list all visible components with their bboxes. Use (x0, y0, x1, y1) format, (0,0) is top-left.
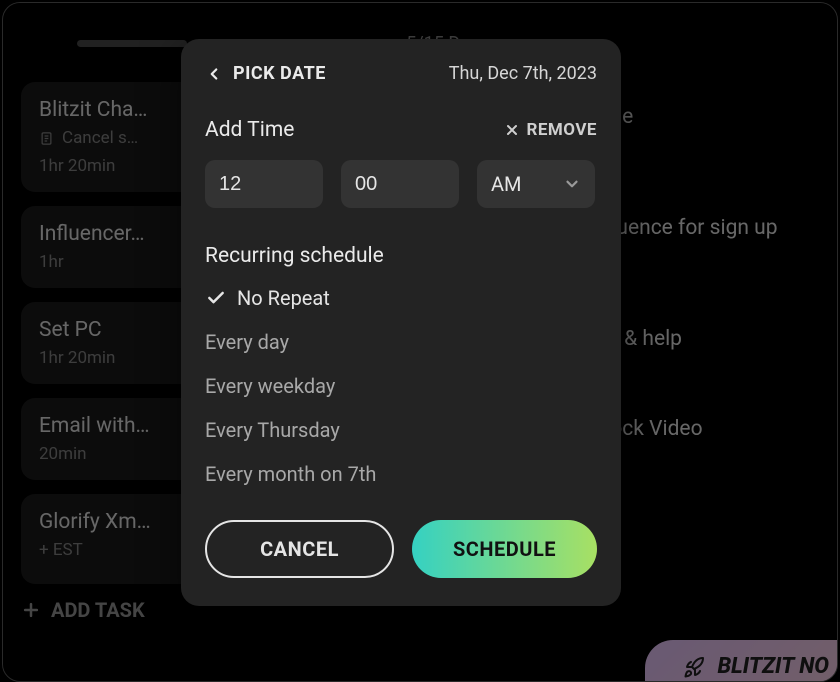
close-icon (504, 122, 520, 138)
recurring-option[interactable]: Every month on 7th (205, 462, 597, 486)
recurring-option[interactable]: No Repeat (205, 286, 597, 310)
recurring-option-label: No Repeat (237, 286, 330, 310)
recurring-option-label: Every day (205, 330, 289, 354)
cancel-label: CANCEL (260, 537, 339, 561)
remove-label: REMOVE (526, 120, 597, 140)
chevron-left-icon (205, 65, 223, 83)
add-time-label: Add Time (205, 118, 294, 142)
cancel-button[interactable]: CANCEL (205, 520, 394, 578)
chevron-down-icon (563, 175, 581, 193)
schedule-modal: PICK DATE Thu, Dec 7th, 2023 Add Time RE… (181, 39, 621, 606)
ampm-select[interactable]: AM (477, 160, 595, 208)
recurring-option-label: Every month on 7th (205, 462, 376, 486)
remove-time-button[interactable]: REMOVE (504, 120, 597, 140)
selected-date-text: Thu, Dec 7th, 2023 (449, 63, 597, 84)
ampm-value: AM (491, 172, 522, 196)
recurring-option-label: Every weekday (205, 374, 335, 398)
recurring-option[interactable]: Every weekday (205, 374, 597, 398)
recurring-option-label: Every Thursday (205, 418, 340, 442)
pick-date-back-button[interactable]: PICK DATE (205, 63, 326, 84)
recurring-option[interactable]: Every Thursday (205, 418, 597, 442)
recurring-option[interactable]: Every day (205, 330, 597, 354)
pick-date-label: PICK DATE (233, 63, 326, 84)
hour-input[interactable] (205, 160, 323, 208)
recurring-title: Recurring schedule (205, 244, 597, 268)
schedule-button[interactable]: SCHEDULE (412, 520, 597, 578)
schedule-label: SCHEDULE (453, 537, 556, 561)
check-icon (206, 288, 226, 308)
minute-input[interactable] (341, 160, 459, 208)
